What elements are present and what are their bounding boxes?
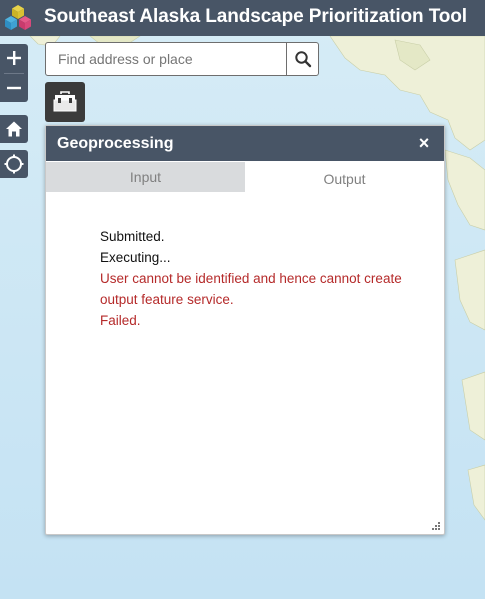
geoprocessing-panel: Geoprocessing × Input Output Submitted. … [45,125,445,535]
search-input[interactable] [46,43,286,75]
zoom-controls [0,44,28,102]
toolbox-icon [53,91,77,112]
tab-output[interactable]: Output [245,164,444,194]
home-icon [6,121,22,137]
plus-icon [7,51,21,65]
app-header: Southeast Alaska Landscape Prioritizatio… [0,0,485,36]
search-box [45,42,319,76]
hexagon-cubes-icon [5,5,31,30]
panel-header: Geoprocessing × [46,126,444,161]
search-button[interactable] [286,43,318,75]
locate-icon [4,154,24,174]
zoom-in-button[interactable] [0,44,28,72]
close-icon[interactable]: × [414,133,434,153]
panel-tabs: Input Output [46,162,444,194]
panel-title: Geoprocessing [57,135,174,152]
tab-input[interactable]: Input [46,162,245,192]
output-messages: Submitted. Executing... User cannot be i… [100,226,430,331]
zoom-out-button[interactable] [0,74,28,102]
message-submitted: Submitted. [100,229,165,244]
message-failed: Failed. [100,313,141,328]
locate-button[interactable] [0,150,28,178]
search-icon [294,51,311,68]
home-button[interactable] [0,115,28,143]
app-title: Southeast Alaska Landscape Prioritizatio… [44,6,467,27]
resize-handle-icon[interactable] [431,521,441,531]
minus-icon [7,86,21,90]
message-executing: Executing... [100,250,171,265]
message-error: User cannot be identified and hence cann… [100,271,402,307]
geoprocessing-widget-button[interactable] [45,82,85,122]
